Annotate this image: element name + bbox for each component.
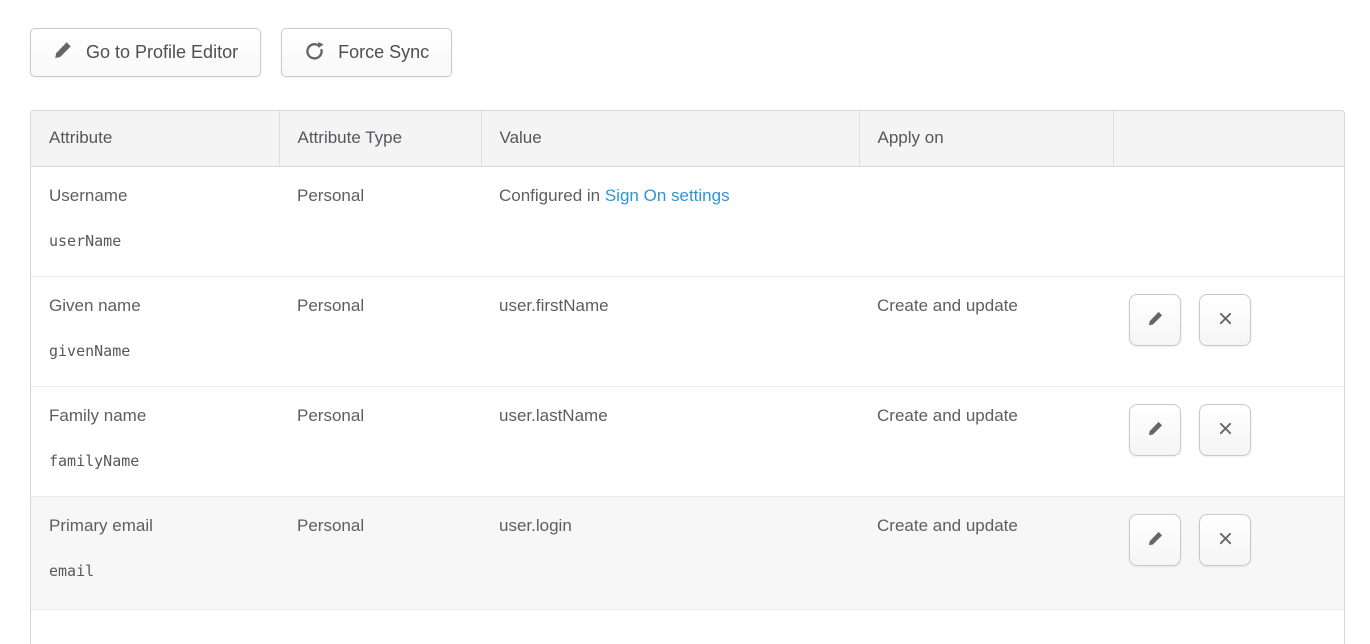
attribute-type-text: Personal: [297, 296, 364, 315]
actions-cell: [1113, 276, 1345, 386]
attribute-type-text: Personal: [297, 186, 364, 205]
table-row-partial: [31, 609, 1345, 644]
value-text: Configured in: [499, 186, 605, 205]
pencil-icon: [1147, 420, 1164, 440]
header-attribute: Attribute: [31, 111, 279, 166]
actions-cell: [1113, 166, 1345, 276]
actions-cell: [1113, 496, 1345, 609]
attribute-variable: email: [49, 562, 279, 580]
header-value: Value: [481, 111, 859, 166]
attribute-type-cell: Personal: [279, 166, 481, 276]
attribute-label: Primary email: [49, 516, 279, 536]
value-cell: Configured in Sign On settings: [481, 166, 859, 276]
value-cell: user.firstName: [481, 276, 859, 386]
value-cell: user.lastName: [481, 386, 859, 496]
sign-on-settings-link[interactable]: Sign On settings: [605, 186, 730, 205]
go-to-profile-editor-button[interactable]: Go to Profile Editor: [30, 28, 261, 77]
attribute-type-cell: Personal: [279, 386, 481, 496]
value-text: user.login: [499, 516, 572, 535]
close-icon: [1217, 420, 1234, 440]
table-row: Given name givenName Personal user.firstNam…: [31, 276, 1345, 386]
attribute-cell: Family name familyName: [31, 386, 279, 496]
toolbar: Go to Profile Editor Force Sync: [30, 28, 452, 77]
edit-attribute-button[interactable]: [1129, 294, 1181, 346]
close-icon: [1217, 310, 1234, 330]
pencil-icon: [53, 40, 73, 65]
remove-attribute-button[interactable]: [1199, 404, 1251, 456]
actions-cell: [1113, 386, 1345, 496]
partial-row-cell: [31, 609, 1345, 644]
apply-on-text: Create and update: [877, 296, 1018, 315]
apply-on-cell: Create and update: [859, 276, 1113, 386]
attribute-variable: userName: [49, 232, 279, 250]
pencil-icon: [1147, 310, 1164, 330]
remove-attribute-button[interactable]: [1199, 514, 1251, 566]
edit-attribute-button[interactable]: [1129, 404, 1181, 456]
pencil-icon: [1147, 530, 1164, 550]
apply-on-cell: [859, 166, 1113, 276]
force-sync-button[interactable]: Force Sync: [281, 28, 452, 77]
close-icon: [1217, 530, 1234, 550]
go-to-profile-editor-label: Go to Profile Editor: [86, 42, 238, 63]
table-row: Family name familyName Personal user.lastNa…: [31, 386, 1345, 496]
attribute-label: Username: [49, 186, 279, 206]
apply-on-cell: Create and update: [859, 386, 1113, 496]
attribute-type-text: Personal: [297, 406, 364, 425]
apply-on-text: Create and update: [877, 516, 1018, 535]
value-text: user.lastName: [499, 406, 608, 425]
attribute-cell: Primary email email: [31, 496, 279, 609]
apply-on-cell: Create and update: [859, 496, 1113, 609]
attribute-variable: givenName: [49, 342, 279, 360]
attribute-cell: Given name givenName: [31, 276, 279, 386]
attribute-type-text: Personal: [297, 516, 364, 535]
attribute-cell: Username userName: [31, 166, 279, 276]
force-sync-label: Force Sync: [338, 42, 429, 63]
table-row: Primary email email Personal user.login Crea…: [31, 496, 1345, 609]
remove-attribute-button[interactable]: [1199, 294, 1251, 346]
value-text: user.firstName: [499, 296, 609, 315]
attribute-type-cell: Personal: [279, 496, 481, 609]
attribute-mapping-table: Attribute Attribute Type Value Apply on …: [30, 110, 1345, 644]
attribute-type-cell: Personal: [279, 276, 481, 386]
table-row: Username userName Personal Configured in Si…: [31, 166, 1345, 276]
table-header: Attribute Attribute Type Value Apply on: [31, 111, 1345, 166]
header-attribute-type: Attribute Type: [279, 111, 481, 166]
value-cell: user.login: [481, 496, 859, 609]
apply-on-text: Create and update: [877, 406, 1018, 425]
header-actions: [1113, 111, 1345, 166]
edit-attribute-button[interactable]: [1129, 514, 1181, 566]
attribute-label: Family name: [49, 406, 279, 426]
attribute-label: Given name: [49, 296, 279, 316]
header-apply-on: Apply on: [859, 111, 1113, 166]
sync-icon: [304, 40, 325, 66]
attribute-table-body: Username userName Personal Configured in Si…: [31, 166, 1345, 644]
attribute-variable: familyName: [49, 452, 279, 470]
